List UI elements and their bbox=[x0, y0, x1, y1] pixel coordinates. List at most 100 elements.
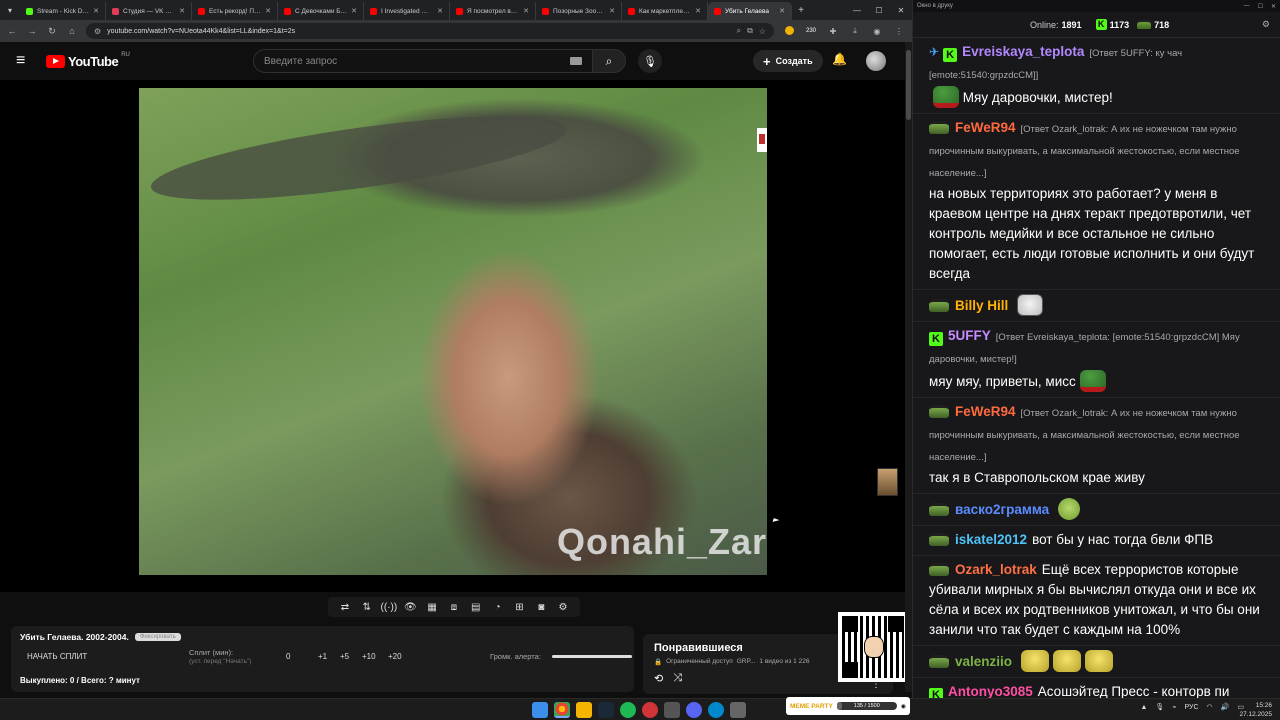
browser-tab[interactable]: Stream - Kick Dash ✕ bbox=[20, 2, 106, 20]
discord-icon[interactable] bbox=[686, 702, 702, 718]
add-clip-icon[interactable]: ⊞ bbox=[511, 602, 527, 613]
tab-close-icon[interactable]: ✕ bbox=[351, 7, 357, 15]
reload-icon[interactable]: ↻ bbox=[46, 26, 58, 37]
voice-search-button[interactable]: 🎙 bbox=[638, 49, 662, 73]
chat-username[interactable]: FeWeR94 bbox=[955, 404, 1016, 419]
forward-icon[interactable]: → bbox=[26, 26, 38, 36]
chat-message[interactable]: Billy Hill bbox=[913, 290, 1280, 322]
film-icon[interactable]: ▤ bbox=[468, 602, 484, 613]
scrollbar-thumb[interactable] bbox=[906, 50, 911, 120]
tray-overflow-icon[interactable]: ▲ bbox=[1140, 704, 1147, 711]
chat-username[interactable]: васко2грамма bbox=[955, 502, 1049, 517]
meme-party-widget[interactable]: MEME PARTY 135 / 1500 ◉ bbox=[786, 697, 910, 715]
tab-close-icon[interactable]: ✕ bbox=[609, 7, 615, 15]
meme-party-eye-icon[interactable]: ◉ bbox=[901, 703, 906, 710]
chat-username[interactable]: Billy Hill bbox=[955, 298, 1008, 313]
page-scrollbar[interactable] bbox=[905, 42, 912, 692]
notifications-bell-icon[interactable]: 🔔 bbox=[832, 52, 847, 66]
sort-icon[interactable]: ⇅ bbox=[359, 602, 375, 613]
telegram-icon[interactable] bbox=[708, 702, 724, 718]
tab-close-icon[interactable]: ✕ bbox=[179, 7, 185, 15]
chat-username[interactable]: 5UFFY bbox=[948, 328, 991, 343]
chat-username[interactable]: iskatel2012 bbox=[955, 532, 1027, 547]
keyboard-icon[interactable] bbox=[570, 57, 582, 65]
browser-tab[interactable]: Убить Гелаева ✕ bbox=[708, 2, 792, 20]
loop-icon[interactable]: ⇄ bbox=[337, 602, 353, 613]
address-bar[interactable]: ⚙ youtube.com/watch?v=NUeota44Kk4&list=L… bbox=[86, 23, 774, 39]
fix-button[interactable]: Фиксировать bbox=[134, 633, 181, 641]
browser-tab[interactable]: Я посмотрел все о ✕ bbox=[450, 2, 536, 20]
downloads-icon[interactable]: ⤓ bbox=[848, 26, 862, 36]
profile-icon[interactable]: ◉ bbox=[870, 27, 884, 36]
tab-close-icon[interactable]: ✕ bbox=[437, 7, 443, 15]
watch-icon[interactable]: 👁 bbox=[402, 602, 418, 613]
spotify-icon[interactable] bbox=[620, 702, 636, 718]
youtube-logo[interactable]: YouTube RU bbox=[46, 52, 130, 69]
chat-username[interactable]: Ozark_lotrak bbox=[955, 562, 1037, 577]
minimize-icon[interactable]: — bbox=[846, 6, 868, 15]
loop-playlist-icon[interactable]: ⟲ bbox=[654, 672, 663, 685]
language-indicator[interactable]: РУС bbox=[1185, 704, 1199, 711]
browser-tab[interactable]: Есть рекорд! Пере ✕ bbox=[192, 2, 278, 20]
mini-thumbnail[interactable] bbox=[877, 468, 898, 496]
app-icon-2[interactable] bbox=[730, 702, 746, 718]
browser-tab[interactable]: С Девочками Бол ✕ bbox=[278, 2, 364, 20]
calendar-icon[interactable]: ▦ bbox=[424, 602, 440, 613]
screenshot-camera-icon[interactable]: ◙ bbox=[533, 602, 549, 613]
browser-tab[interactable]: Студия — VK Видео ✕ bbox=[106, 2, 192, 20]
browser-tab[interactable]: I Investigated Mine ✕ bbox=[364, 2, 450, 20]
speed-icon[interactable]: ◔ bbox=[490, 602, 506, 613]
obs-icon[interactable] bbox=[642, 702, 658, 718]
chrome-icon[interactable] bbox=[554, 702, 570, 718]
steam-icon[interactable] bbox=[598, 702, 614, 718]
chat-username[interactable]: Antonyo3085 bbox=[948, 684, 1033, 698]
tab-close-icon[interactable]: ✕ bbox=[523, 7, 529, 15]
add-10-button[interactable]: +10 bbox=[362, 652, 376, 661]
broadcast-icon[interactable]: ((·)) bbox=[381, 602, 398, 613]
app-icon-1[interactable] bbox=[664, 702, 680, 718]
back-icon[interactable]: ← bbox=[6, 26, 18, 36]
site-info-icon[interactable]: ⚙ bbox=[94, 27, 101, 36]
chat-maximize-icon[interactable]: ☐ bbox=[1258, 3, 1263, 10]
chat-message[interactable]: FeWeR94 [Ответ Ozark_lotrak: А их не ноже… bbox=[913, 114, 1280, 290]
chat-username[interactable]: FeWeR94 bbox=[955, 120, 1016, 135]
microphone-tray-icon[interactable]: 🎙 bbox=[1155, 703, 1164, 711]
add-20-button[interactable]: +20 bbox=[388, 652, 402, 661]
maximize-icon[interactable]: ☐ bbox=[868, 6, 890, 15]
chat-message[interactable]: FeWeR94 [Ответ Ozark_lotrak: А их не ноже… bbox=[913, 398, 1280, 494]
tab-close-icon[interactable]: ✕ bbox=[265, 7, 271, 15]
browser-menu-icon[interactable]: ⋮ bbox=[892, 27, 906, 36]
wifi-icon[interactable]: ◠ bbox=[1207, 703, 1213, 711]
bookmark-star-icon[interactable]: ☆ bbox=[759, 27, 766, 36]
playlist-owner[interactable]: GRP... bbox=[737, 658, 756, 666]
network-icon[interactable]: ⌁ bbox=[1172, 703, 1176, 711]
chat-message[interactable]: valenziio bbox=[913, 646, 1280, 678]
chat-message-list[interactable]: ✈ K Evreiskaya_teplota [Ответ 5UFFY: ку чач… bbox=[913, 38, 1280, 698]
new-tab-icon[interactable]: + bbox=[792, 5, 810, 16]
home-icon[interactable]: ⌂ bbox=[66, 26, 78, 36]
chat-message[interactable]: васко2грамма bbox=[913, 494, 1280, 526]
tab-close-icon[interactable]: ✕ bbox=[695, 7, 701, 15]
shuffle-icon[interactable]: ⤨ bbox=[673, 672, 682, 685]
browser-tab[interactable]: Позорные Зоозащ ✕ bbox=[536, 2, 622, 20]
file-explorer-icon[interactable] bbox=[576, 702, 592, 718]
chat-message[interactable]: K Antonyo3085 Асошэйтед Пресс - конторв пи… bbox=[913, 678, 1280, 698]
tab-close-icon[interactable]: ✕ bbox=[93, 7, 99, 15]
close-icon[interactable]: ✕ bbox=[890, 6, 912, 15]
chat-settings-icon[interactable]: ⚙ bbox=[1262, 19, 1270, 30]
volume-icon[interactable]: 🔊 bbox=[1221, 703, 1230, 711]
add-1-button[interactable]: +1 bbox=[318, 652, 327, 661]
search-input[interactable]: Введите запрос bbox=[253, 49, 593, 73]
account-avatar[interactable] bbox=[866, 51, 886, 71]
tab-search-icon[interactable]: ▾ bbox=[0, 0, 20, 20]
chat-minimize-icon[interactable]: — bbox=[1244, 3, 1250, 10]
browser-tab[interactable]: Как маркетплейсы ✕ bbox=[622, 2, 708, 20]
search-button[interactable]: ⌕ bbox=[592, 49, 626, 73]
taskbar-clock[interactable]: 15:26 27.12.2025 bbox=[1239, 701, 1272, 719]
add-5-button[interactable]: +5 bbox=[340, 652, 349, 661]
alert-volume-slider[interactable] bbox=[552, 655, 632, 658]
chat-message[interactable]: K 5UFFY [Ответ Evreiskaya_teplota: [emote:… bbox=[913, 322, 1280, 398]
settings-gear-icon[interactable]: ⚙ bbox=[555, 602, 571, 613]
chat-message[interactable]: iskatel2012 вот бы у нас тогда бвли ФПВ bbox=[913, 526, 1280, 556]
tab-close-icon[interactable]: ✕ bbox=[779, 7, 785, 15]
